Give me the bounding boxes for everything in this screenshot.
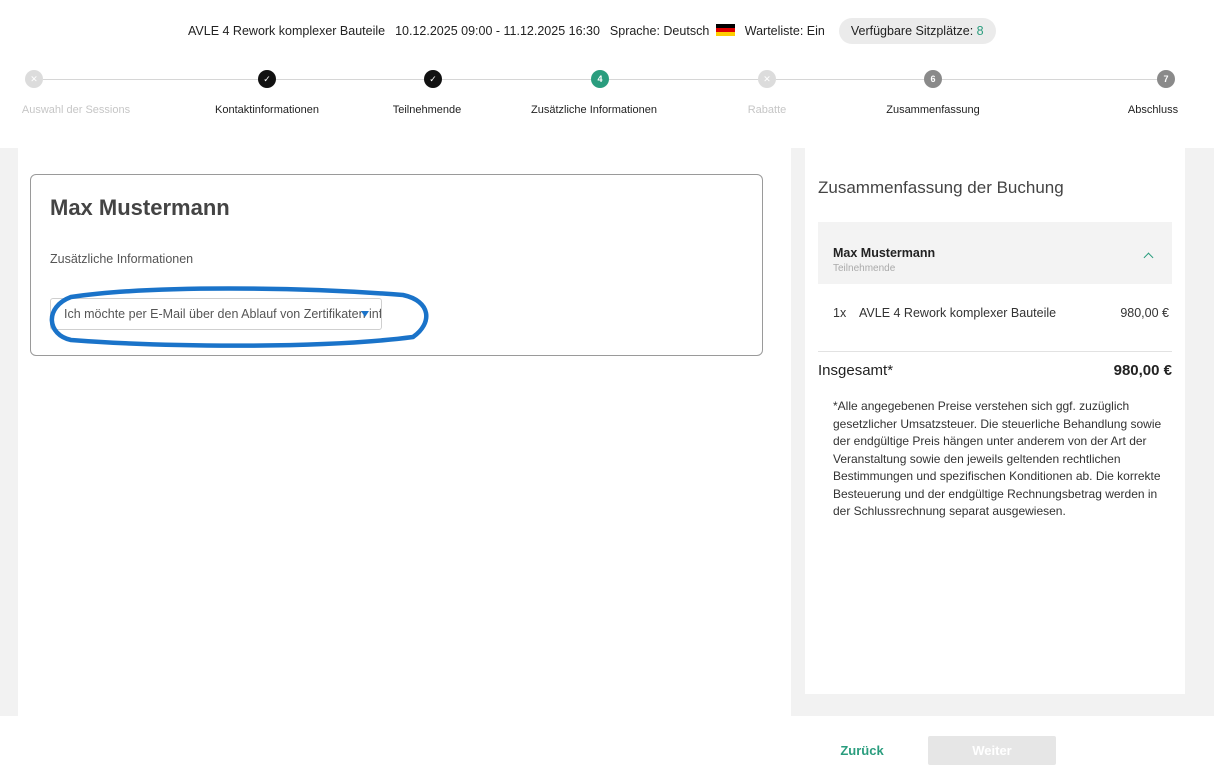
step-label-additional-info: Zusätzliche Informationen bbox=[531, 104, 657, 116]
item-price: 980,00 € bbox=[1120, 306, 1169, 320]
navigation-footer: Zurück Weiter bbox=[0, 716, 1214, 765]
step-connector bbox=[609, 79, 758, 80]
item-name: AVLE 4 Rework komplexer Bauteile bbox=[859, 306, 1057, 320]
step-1-disabled-icon: ✕ bbox=[25, 70, 43, 88]
seats-count: 8 bbox=[976, 24, 984, 38]
step-connector bbox=[942, 79, 1157, 80]
step-4-marker: 4 bbox=[591, 70, 609, 88]
available-seats-badge: Verfügbare Sitzplätze: 8 bbox=[838, 18, 996, 44]
step-connector bbox=[276, 79, 424, 80]
participant-name: Max Mustermann bbox=[50, 195, 230, 220]
additional-info-label: Zusätzliche Informationen bbox=[50, 252, 194, 266]
divider bbox=[818, 351, 1172, 352]
additional-info-select[interactable]: Ich möchte per E-Mail über den Ablauf vo… bbox=[50, 298, 382, 330]
step-label-participants[interactable]: Teilnehmende bbox=[393, 104, 462, 116]
step-label-discounts: Rabatte bbox=[747, 104, 787, 116]
language-info: Sprache: Deutsch bbox=[610, 24, 735, 38]
summary-participant-role: Teilnehmende bbox=[833, 263, 896, 274]
summary-participant[interactable]: Max Mustermann Teilnehmende bbox=[818, 222, 1172, 284]
booking-header: AVLE 4 Rework komplexer Bauteile 10.12.2… bbox=[0, 0, 1214, 148]
item-quantity: 1x bbox=[833, 306, 847, 320]
step-7-marker: 7 bbox=[1157, 70, 1175, 88]
step-label-contact[interactable]: Kontaktinformationen bbox=[215, 104, 319, 116]
chevron-down-icon bbox=[361, 311, 369, 317]
form-panel: Max Mustermann Zusätzliche Informationen… bbox=[18, 148, 791, 716]
tax-disclaimer: *Alle angegebenen Preise verstehen sich … bbox=[833, 399, 1162, 518]
select-value: Ich möchte per E-Mail über den Ablauf vo… bbox=[64, 307, 382, 321]
event-title: AVLE 4 Rework komplexer Bauteile bbox=[188, 24, 386, 38]
summary-line-item: 1x AVLE 4 Rework komplexer Bauteile 980,… bbox=[833, 306, 1169, 320]
step-connector bbox=[776, 79, 924, 80]
step-label-completion: Abschluss bbox=[1127, 104, 1179, 116]
participant-card: Max Mustermann Zusätzliche Informationen… bbox=[30, 174, 763, 356]
german-flag-icon bbox=[715, 24, 735, 36]
next-button[interactable]: Weiter bbox=[928, 736, 1056, 765]
summary-participant-name: Max Mustermann bbox=[833, 246, 936, 260]
step-3-checkmark-icon: ✓ bbox=[424, 70, 442, 88]
chevron-up-icon[interactable] bbox=[1143, 252, 1154, 263]
step-label-sessions: Auswahl der Sessions bbox=[21, 104, 131, 116]
waitlist-info: Warteliste: Ein bbox=[744, 24, 825, 38]
step-6-marker: 6 bbox=[924, 70, 942, 88]
step-2-checkmark-icon: ✓ bbox=[258, 70, 276, 88]
summary-total: Insgesamt* 980,00 € bbox=[818, 362, 1172, 379]
summary-title: Zusammenfassung der Buchung bbox=[818, 178, 1064, 197]
event-date-range: 10.12.2025 09:00 - 11.12.2025 16:30 bbox=[395, 24, 600, 38]
event-info-bar: AVLE 4 Rework komplexer Bauteile 10.12.2… bbox=[188, 14, 1006, 48]
step-label-summary: Zusammenfassung bbox=[886, 104, 980, 116]
step-5-disabled-icon: ✕ bbox=[758, 70, 776, 88]
total-value: 980,00 € bbox=[1113, 362, 1172, 379]
back-button[interactable]: Zurück bbox=[822, 736, 902, 764]
booking-summary-panel: Zusammenfassung der Buchung Max Musterma… bbox=[805, 148, 1185, 694]
step-connector bbox=[442, 79, 591, 80]
step-connector bbox=[43, 79, 258, 80]
total-label: Insgesamt* bbox=[818, 362, 894, 379]
